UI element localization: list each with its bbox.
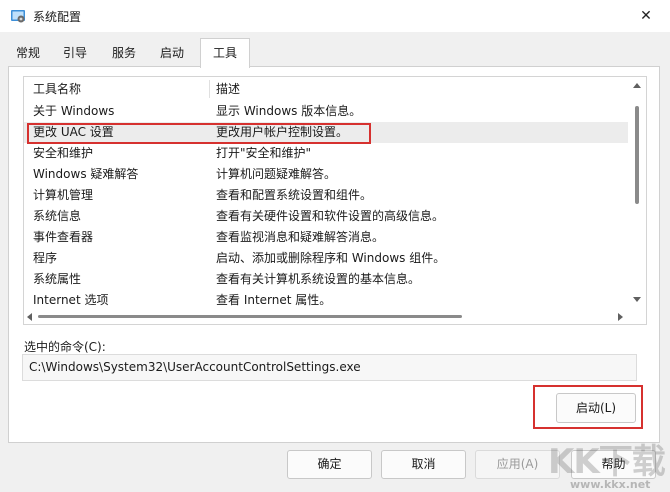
tool-description: 查看有关计算机系统设置的基本信息。 xyxy=(216,272,421,286)
tool-name: 系统属性 xyxy=(33,272,82,286)
apply-button[interactable]: 应用(A) xyxy=(475,450,560,479)
scroll-down-arrow-icon[interactable] xyxy=(633,297,641,302)
column-header-tool-name[interactable]: 工具名称 xyxy=(33,77,81,101)
list-item[interactable]: 系统信息 查看有关硬件设置和软件设置的高级信息。 xyxy=(24,206,628,227)
tab-strip: 常规 引导 服务 启动 工具 xyxy=(0,38,670,68)
vertical-scrollbar[interactable] xyxy=(629,77,645,308)
watermark-url: www.kkx.net xyxy=(570,478,651,491)
column-divider[interactable] xyxy=(209,80,210,98)
tool-description: 查看有关硬件设置和软件设置的高级信息。 xyxy=(216,209,445,223)
tab-general[interactable]: 常规 xyxy=(9,40,47,66)
msconfig-app-icon xyxy=(10,8,26,24)
tool-description: 查看监视消息和疑难解答消息。 xyxy=(216,230,385,244)
scroll-right-arrow-icon[interactable] xyxy=(618,313,623,321)
close-button[interactable]: ✕ xyxy=(622,0,670,32)
list-item[interactable]: 系统属性 查看有关计算机系统设置的基本信息。 xyxy=(24,269,628,290)
tool-description: 更改用户帐户控制设置。 xyxy=(216,125,349,139)
title-bar: 系统配置 ✕ xyxy=(0,0,670,32)
list-item[interactable]: 事件查看器 查看监视消息和疑难解答消息。 xyxy=(24,227,628,248)
column-header-description[interactable]: 描述 xyxy=(216,77,240,101)
tool-description: 打开"安全和维护" xyxy=(216,146,312,160)
tools-list[interactable]: 工具名称 描述 关于 Windows 显示 Windows 版本信息。 更改 U… xyxy=(23,76,647,325)
list-item[interactable]: 关于 Windows 显示 Windows 版本信息。 xyxy=(24,101,628,122)
close-icon: ✕ xyxy=(640,8,652,24)
tab-boot[interactable]: 引导 xyxy=(56,40,94,66)
selected-command-label: 选中的命令(C): xyxy=(24,340,106,354)
tab-tools[interactable]: 工具 xyxy=(200,38,250,68)
help-button[interactable]: 帮助 xyxy=(571,450,656,479)
tool-name: 更改 UAC 设置 xyxy=(33,125,114,139)
list-item[interactable]: 安全和维护 打开"安全和维护" xyxy=(24,143,628,164)
tool-description: 显示 Windows 版本信息。 xyxy=(216,104,362,118)
window-title: 系统配置 xyxy=(33,10,82,24)
selected-command-field[interactable]: C:\Windows\System32\UserAccountControlSe… xyxy=(22,354,637,381)
tool-name: 系统信息 xyxy=(33,209,82,223)
tool-description: 启动、添加或删除程序和 Windows 组件。 xyxy=(216,251,446,265)
scroll-left-arrow-icon[interactable] xyxy=(27,313,32,321)
tool-name: 事件查看器 xyxy=(33,230,94,244)
launch-button[interactable]: 启动(L) xyxy=(556,393,636,423)
ok-button[interactable]: 确定 xyxy=(287,450,372,479)
list-item[interactable]: 计算机管理 查看和配置系统设置和组件。 xyxy=(24,185,628,206)
tool-name: 计算机管理 xyxy=(33,188,94,202)
tool-name: Windows 疑难解答 xyxy=(33,167,139,181)
horizontal-scrollbar[interactable] xyxy=(24,308,629,324)
scroll-up-arrow-icon[interactable] xyxy=(633,83,641,88)
vertical-scroll-thumb[interactable] xyxy=(635,106,639,204)
tool-description: 计算机问题疑难解答。 xyxy=(216,167,337,181)
tool-name: 关于 Windows xyxy=(33,104,115,118)
tool-name: 程序 xyxy=(33,251,58,265)
list-item[interactable]: Windows 疑难解答 计算机问题疑难解答。 xyxy=(24,164,628,185)
horizontal-scroll-thumb[interactable] xyxy=(38,315,462,318)
tab-startup[interactable]: 启动 xyxy=(152,40,192,66)
list-item[interactable]: 程序 启动、添加或删除程序和 Windows 组件。 xyxy=(24,248,628,269)
list-item-selected[interactable]: 更改 UAC 设置 更改用户帐户控制设置。 xyxy=(24,122,628,143)
cancel-button[interactable]: 取消 xyxy=(381,450,466,479)
tab-services[interactable]: 服务 xyxy=(104,40,144,66)
list-column-header: 工具名称 描述 xyxy=(24,77,628,101)
tool-name: 安全和维护 xyxy=(33,146,94,160)
tools-tab-panel: 工具名称 描述 关于 Windows 显示 Windows 版本信息。 更改 U… xyxy=(8,66,660,443)
tool-description: 查看和配置系统设置和组件。 xyxy=(216,188,373,202)
